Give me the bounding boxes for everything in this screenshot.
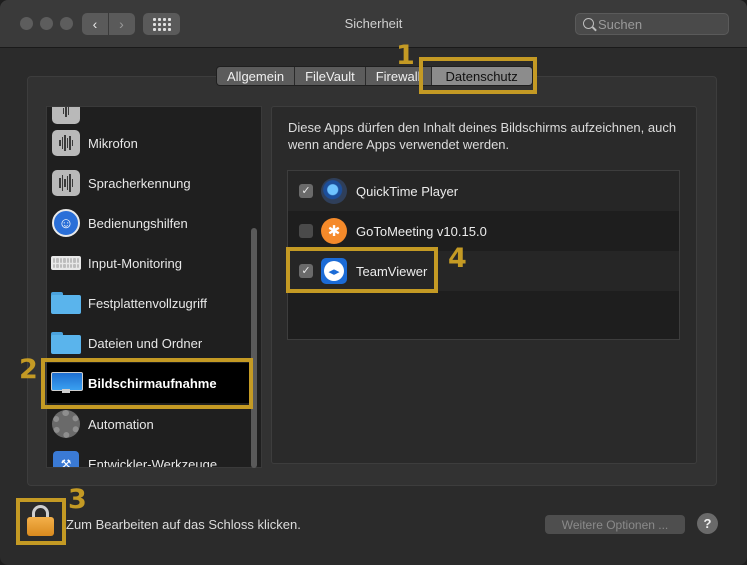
annotation-number-2: 2 xyxy=(19,354,38,385)
sidebar-item-label: Entwickler-Werkzeuge xyxy=(88,456,218,468)
more-options-button[interactable]: Weitere Optionen ... xyxy=(545,515,685,534)
permission-description: Diese Apps dürfen den Inhalt deines Bild… xyxy=(288,120,677,152)
list-item-gotomeeting[interactable]: ✱ GoToMeeting v10.15.0 xyxy=(288,211,679,251)
sidebar-item-bedienungshilfen[interactable]: ☺ Bedienungshilfen xyxy=(47,203,255,243)
search-field[interactable]: Suchen xyxy=(575,13,729,35)
tab-filevault[interactable]: FileVault xyxy=(295,67,366,85)
sidebar-item-mikrofon[interactable]: Mikrofon xyxy=(47,123,255,163)
app-permission-list[interactable]: ✓ QuickTime Player ✱ GoToMeeting v10.15.… xyxy=(287,170,680,340)
app-name: GoToMeeting v10.15.0 xyxy=(356,223,487,239)
sidebar-item-label: Mikrofon xyxy=(88,135,138,151)
list-item-teamviewer[interactable]: ✓ ◂▸ TeamViewer xyxy=(288,251,679,291)
lock-hint: Zum Bearbeiten auf das Schloss klicken. xyxy=(66,517,301,532)
folder-icon xyxy=(51,329,81,357)
microphone-icon xyxy=(51,129,81,157)
help-button[interactable]: ? xyxy=(697,513,718,534)
tab-allgemein[interactable]: Allgemein xyxy=(217,67,296,85)
teamviewer-checkbox[interactable]: ✓ xyxy=(299,264,313,278)
sidebar-item-spracherkennung[interactable]: Spracherkennung xyxy=(47,163,255,203)
privacy-category-list[interactable]: Mikrofon Spracherkennung ☺ Bedienungshil… xyxy=(46,106,262,468)
folder-icon xyxy=(51,289,81,317)
speech-recognition-icon xyxy=(51,169,81,197)
sidebar-item-dateien-und-ordner[interactable]: Dateien und Ordner xyxy=(47,323,255,363)
sidebar-item-label: Automation xyxy=(88,416,154,432)
sidebar-item-bildschirmaufnahme[interactable]: Bildschirmaufnahme xyxy=(47,363,255,403)
sidebar-item-label: Bedienungshilfen xyxy=(88,215,188,231)
app-name: QuickTime Player xyxy=(356,183,459,199)
sidebar-item-label: Festplattenvollzugriff xyxy=(88,295,207,311)
annotation-number-3: 3 xyxy=(68,484,87,515)
keyboard-icon xyxy=(51,249,81,277)
accessibility-icon: ☺ xyxy=(51,209,81,237)
annotation-number-4: 4 xyxy=(448,243,467,274)
search-icon xyxy=(583,18,594,29)
quicktime-checkbox[interactable]: ✓ xyxy=(299,184,313,198)
sidebar-item-input-monitoring[interactable]: Input-Monitoring xyxy=(47,243,255,283)
sidebar-item-entwickler-werkzeuge[interactable]: ⚒ Entwickler-Werkzeuge xyxy=(47,444,255,468)
titlebar: ‹ › Sicherheit Suchen xyxy=(0,0,747,48)
annotation-number-1: 1 xyxy=(396,40,415,71)
sidebar-item-automation[interactable]: Automation xyxy=(47,404,255,444)
sidebar-item-festplattenvollzugriff[interactable]: Festplattenvollzugriff xyxy=(47,283,255,323)
sidebar-item-label: Input-Monitoring xyxy=(88,255,182,271)
quicktime-icon xyxy=(321,178,347,204)
teamviewer-icon: ◂▸ xyxy=(321,258,347,284)
tab-bar: Allgemein FileVault Firewall Datenschutz xyxy=(216,66,533,86)
sidebar-item-label: Dateien und Ordner xyxy=(88,335,203,351)
list-item-quicktime[interactable]: ✓ QuickTime Player xyxy=(288,171,679,211)
display-icon xyxy=(51,369,83,397)
gear-icon xyxy=(51,410,81,438)
gotomeeting-checkbox[interactable] xyxy=(299,224,313,238)
sidebar-item-label: Bildschirmaufnahme xyxy=(88,375,217,391)
preferences-window: ‹ › Sicherheit Suchen Allgemein FileVaul… xyxy=(0,0,747,565)
list-item-empty xyxy=(288,291,679,331)
search-placeholder: Suchen xyxy=(598,17,643,32)
app-name: TeamViewer xyxy=(356,263,428,279)
tab-datenschutz[interactable]: Datenschutz xyxy=(431,67,532,85)
developer-tools-icon: ⚒ xyxy=(51,450,81,467)
lock-button[interactable] xyxy=(27,505,54,536)
sidebar-scrollbar[interactable] xyxy=(251,228,257,468)
sidebar-item-label: Spracherkennung xyxy=(88,175,191,191)
gotomeeting-icon: ✱ xyxy=(321,218,347,244)
